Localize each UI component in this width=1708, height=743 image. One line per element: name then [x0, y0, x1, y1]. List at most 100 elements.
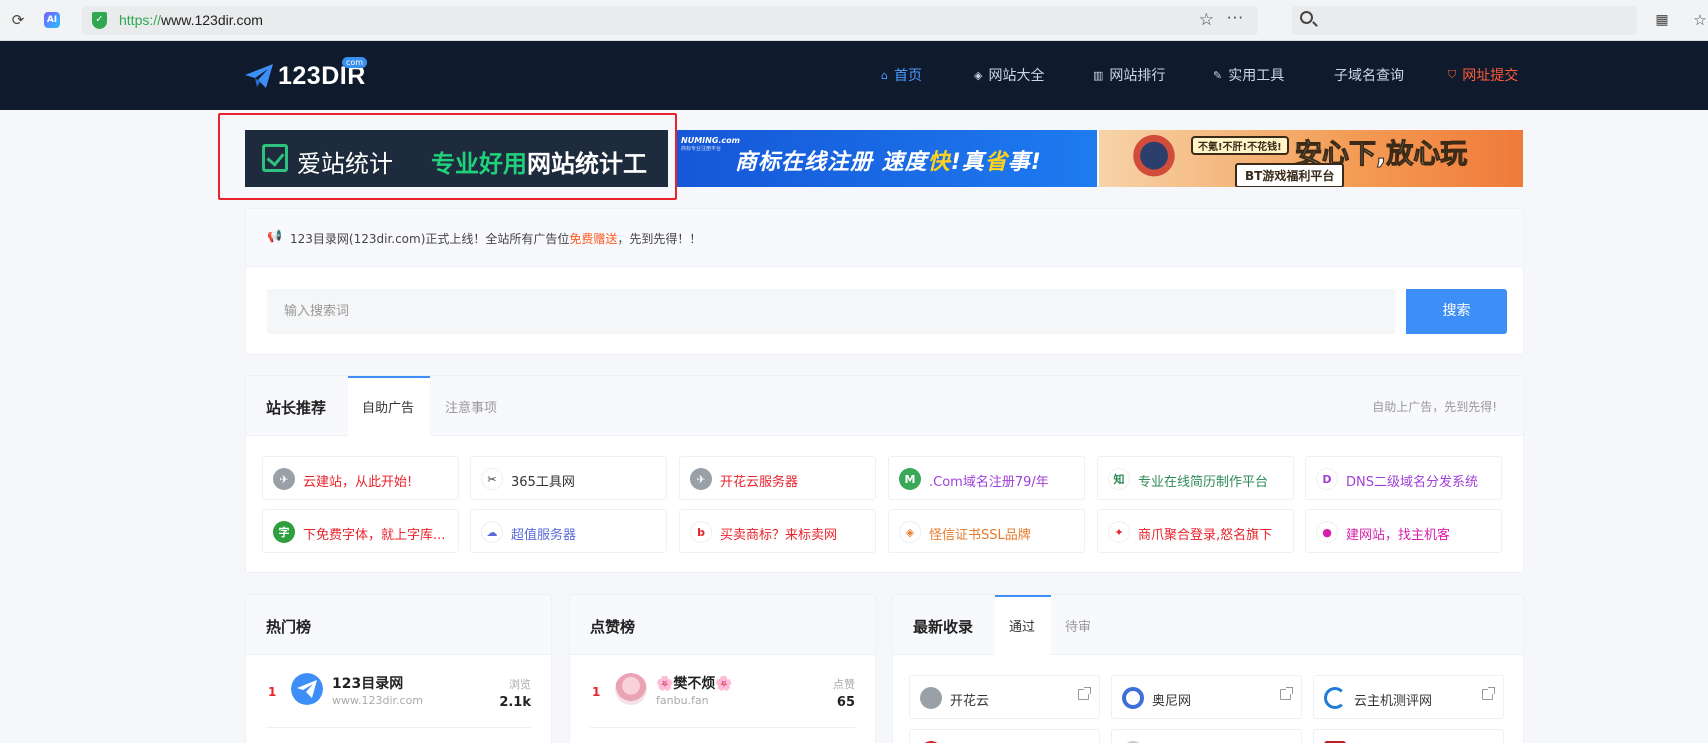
recommend-item-label: 买卖商标？来标卖网 — [720, 528, 838, 543]
nav-tools[interactable]: ✎ 实用工具 — [1213, 65, 1284, 85]
megaphone-icon: 📢 — [267, 229, 282, 243]
game-character-image — [1121, 130, 1187, 187]
paper-plane-icon — [920, 687, 942, 709]
external-link-icon[interactable] — [1078, 687, 1091, 700]
apps-grid-icon[interactable]: ▦ — [1652, 10, 1672, 30]
ranked-site-url: www.123dir.com — [332, 694, 424, 707]
newest-item[interactable] — [909, 729, 1100, 743]
site-header: 123DIR com ⌂ 首页 ◈ 网站大全 ▥ 网站排行 ✎ 实用工具 子域名查询 ⛉… — [0, 41, 1708, 110]
bookmark-star-icon[interactable]: ☆ — [1199, 10, 1214, 30]
external-link-icon[interactable] — [1280, 687, 1293, 700]
ranked-site-name[interactable]: 123目录网 — [332, 673, 403, 693]
site-logo[interactable]: 123DIR com — [244, 57, 368, 93]
newest-item-kaihuayun[interactable]: 开花云 — [909, 675, 1100, 719]
banner-bt-games[interactable]: 不氪!不肝!不花钱! 安心下,放心玩 BT游戏福利平台 — [1099, 130, 1523, 187]
rank-number: 1 — [592, 685, 601, 699]
paper-plane-icon — [245, 64, 273, 88]
search-input[interactable]: 输入搜索词 — [267, 289, 1395, 334]
home-icon: ⌂ — [881, 68, 888, 82]
site-logo-icon: ☁ — [481, 521, 503, 543]
recommend-item[interactable]: ✦ 商爪聚合登录,怒名旗下 — [1097, 509, 1294, 553]
announcement-text: 123目录网(123dir.com)正式上线！全站所有广告位免费赠送，先到先得！… — [290, 232, 702, 246]
site-logo-icon: ● — [1316, 521, 1338, 543]
newest-item-cloudhost[interactable]: 云主机测评网 — [1313, 675, 1504, 719]
banner-trademark-text: 商标在线注册 速度快!真省事! — [735, 150, 1042, 175]
recommend-item-label: DNS二级域名分发系统 — [1346, 475, 1478, 490]
external-link-icon[interactable] — [1482, 687, 1495, 700]
newest-item[interactable] — [1313, 729, 1504, 743]
more-icon[interactable]: ··· — [1227, 9, 1244, 27]
site-logo-icon: ✈ — [273, 468, 295, 490]
announcement-bar: 📢 123目录网(123dir.com)正式上线！全站所有广告位免费赠送，先到先… — [245, 208, 1524, 266]
aoni-logo-icon — [1122, 687, 1144, 709]
site-logo-icon: 字 — [273, 521, 295, 543]
secure-shield-icon: ✓ — [92, 12, 107, 29]
newest-item[interactable] — [1111, 729, 1302, 743]
recommend-item-label: .Com域名注册79/年 — [929, 475, 1049, 490]
newest-item-label: 奥尼网 — [1152, 694, 1192, 709]
nav-submit-site[interactable]: ⛉ 网址提交 — [1448, 65, 1518, 85]
newest-panel: 最新收录 通过 待审 开花云 奥尼网 云主机测评网 — [892, 594, 1524, 743]
browser-toolbar: ⟳ AI ✓ https://www.123dir.com ☆ ··· ▦ ☆ — [0, 0, 1708, 41]
address-bar[interactable]: ✓ https://www.123dir.com ☆ ··· — [82, 6, 1258, 35]
recommend-item[interactable]: ☁ 超值服务器 — [470, 509, 667, 553]
banner-trademark[interactable]: NUMING.com 商标专业注册平台 商标在线注册 速度快!真省事! — [677, 130, 1097, 187]
nav-home[interactable]: ⌂ 首页 — [881, 65, 922, 85]
recommend-item[interactable]: ◈ 怪信证书SSL品牌 — [888, 509, 1085, 553]
recommend-item-label: 建网站，找主机客 — [1346, 528, 1451, 543]
site-logo-icon: b — [690, 521, 712, 543]
search-button[interactable]: 搜索 — [1406, 289, 1507, 334]
newest-header: 最新收录 通过 待审 — [893, 595, 1523, 656]
tab-self-service-ads[interactable]: 自助广告 — [362, 397, 414, 416]
recommend-item[interactable]: M .Com域名注册79/年 — [888, 456, 1085, 500]
rank-number: 1 — [268, 685, 277, 699]
likes-ranking-panel: 点赞榜 1 🌸樊不烦🌸 fanbu.fan 点赞 65 — [569, 594, 876, 743]
hot-ranking-panel: 热门榜 1 123目录网 www.123dir.com 浏览 2.1k — [245, 594, 552, 743]
anime-avatar-icon[interactable] — [615, 673, 647, 705]
recommend-item[interactable]: 字下免费字体，就上字库... — [262, 509, 459, 553]
divider — [590, 727, 855, 728]
logo-com-badge: com — [342, 57, 368, 68]
hot-header: 热门榜 — [246, 595, 551, 655]
recommend-item[interactable]: ✈ 云建站，从此开始! — [262, 456, 459, 500]
likes-label: 点赞 — [833, 678, 855, 691]
divider — [266, 727, 531, 728]
recommend-item[interactable]: 知专业在线简历制作平台 — [1097, 456, 1294, 500]
likes-header: 点赞榜 — [570, 595, 875, 655]
site-logo-icon: M — [899, 468, 921, 490]
recommend-item[interactable]: ✈ 开花云服务器 — [679, 456, 876, 500]
recommend-title: 站长推荐 — [266, 399, 327, 417]
tab-approved[interactable]: 通过 — [1009, 616, 1035, 635]
ranked-site-url: fanbu.fan — [656, 694, 709, 707]
url-text: https://www.123dir.com — [119, 12, 263, 28]
views-count: 2.1k — [499, 695, 531, 710]
nav-site-ranking[interactable]: ▥ 网站排行 — [1093, 65, 1165, 85]
nav-subdomain-query[interactable]: 子域名查询 — [1334, 65, 1404, 85]
newest-title: 最新收录 — [913, 618, 974, 636]
shield-icon: ⛉ — [1448, 68, 1457, 81]
tab-notes[interactable]: 注意事项 — [445, 397, 497, 416]
numing-logo: NUMING.com 商标专业注册平台 — [681, 136, 741, 152]
site-logo-icon: ✦ — [1108, 521, 1130, 543]
123dir-avatar-icon[interactable] — [291, 673, 323, 705]
recommend-hint[interactable]: 自助上广告，先到先得! — [1372, 398, 1497, 415]
tab-pending[interactable]: 待审 — [1065, 616, 1091, 635]
nav-site-directory[interactable]: ◈ 网站大全 — [974, 65, 1044, 85]
ranked-site-name[interactable]: 🌸樊不烦🌸 — [656, 673, 733, 693]
recommend-item[interactable]: ● 建网站，找主机客 — [1305, 509, 1502, 553]
recommend-item[interactable]: b 买卖商标？来标卖网 — [679, 509, 876, 553]
site-logo-icon: ◈ — [899, 521, 921, 543]
favorites-star-icon[interactable]: ☆ — [1690, 10, 1708, 30]
search-panel: 输入搜索词 搜索 — [245, 266, 1524, 355]
recommend-item[interactable]: D DNS二级域名分发系统 — [1305, 456, 1502, 500]
cloud-host-logo-icon — [1324, 687, 1346, 709]
reload-icon[interactable]: ⟳ — [8, 10, 28, 30]
browser-search-box[interactable] — [1292, 6, 1637, 35]
site-logo-icon: 知 — [1108, 468, 1130, 490]
recommend-item-label: 专业在线简历制作平台 — [1138, 475, 1269, 490]
ai-extension-icon[interactable]: AI — [44, 12, 60, 28]
newest-item-aoni[interactable]: 奥尼网 — [1111, 675, 1302, 719]
recommend-item[interactable]: ✂ 365工具网 — [470, 456, 667, 500]
hot-title: 热门榜 — [266, 618, 312, 636]
recommend-item-label: 开花云服务器 — [720, 475, 799, 490]
